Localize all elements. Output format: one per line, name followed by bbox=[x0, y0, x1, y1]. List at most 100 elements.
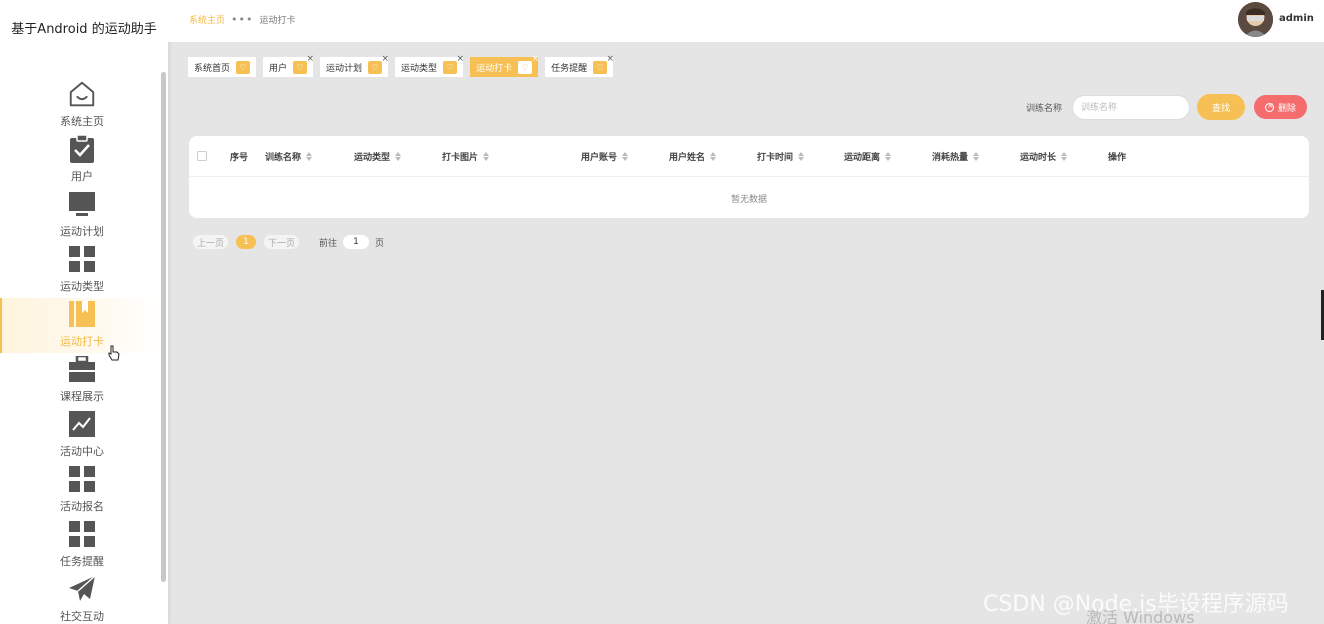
goto-label: 前往 bbox=[319, 238, 338, 249]
sort-icon[interactable] bbox=[622, 152, 629, 161]
search-label: 训练名称 bbox=[1026, 104, 1063, 114]
sidebar-item-label: 任务提醒 bbox=[60, 555, 104, 568]
sort-icon[interactable] bbox=[1061, 152, 1068, 161]
sidebar-item-task-reminder[interactable]: 任务提醒 bbox=[0, 518, 164, 573]
hand-cursor-icon bbox=[108, 345, 120, 365]
select-all-checkbox[interactable] bbox=[197, 151, 207, 161]
sidebar-item-label: 课程展示 bbox=[60, 390, 104, 403]
sidebar-item-home[interactable]: 系统主页 bbox=[0, 78, 164, 133]
close-icon[interactable]: × bbox=[306, 54, 314, 64]
column-header-calories[interactable]: 消耗热量 bbox=[932, 150, 980, 163]
username[interactable]: admin bbox=[1279, 13, 1314, 24]
column-header-duration[interactable]: 运动时长 bbox=[1020, 150, 1068, 163]
tab-exercise-type[interactable]: 运动类型 ♡ × bbox=[395, 54, 465, 77]
close-icon[interactable]: × bbox=[382, 54, 390, 64]
delete-circle-icon bbox=[1264, 101, 1274, 112]
grid-icon bbox=[67, 519, 97, 549]
column-header-distance[interactable]: 运动距离 bbox=[844, 150, 892, 163]
sidebar-item-activity-registration[interactable]: 活动报名 bbox=[0, 463, 164, 518]
breadcrumb-separator: ••• bbox=[231, 13, 254, 26]
close-icon[interactable]: × bbox=[532, 54, 540, 64]
tab-icon: ♡ bbox=[293, 60, 308, 74]
sort-icon[interactable] bbox=[306, 152, 313, 161]
sidebar-item-exercise-type[interactable]: 运动类型 bbox=[0, 243, 164, 298]
column-header-training-name[interactable]: 训练名称 bbox=[265, 150, 313, 163]
sidebar-item-label: 运动类型 bbox=[60, 280, 104, 293]
search-button[interactable]: 查找 bbox=[1197, 94, 1245, 120]
sort-icon[interactable] bbox=[710, 152, 717, 161]
sidebar-item-social[interactable]: 社交互动 bbox=[0, 573, 164, 624]
sidebar-item-label: 社交互动 bbox=[60, 610, 104, 623]
home-icon bbox=[67, 79, 97, 109]
next-page-button[interactable]: 下一页 bbox=[264, 235, 300, 249]
sidebar-item-label: 运动计划 bbox=[60, 225, 104, 238]
column-header-actions: 操作 bbox=[1108, 153, 1127, 163]
sort-icon[interactable] bbox=[798, 152, 805, 161]
prev-page-button[interactable]: 上一页 bbox=[193, 235, 229, 249]
column-header-index: 序号 bbox=[230, 153, 249, 163]
breadcrumb-current: 运动打卡 bbox=[259, 16, 296, 26]
pagination: 上一页 1 下一页 前往 页 bbox=[193, 235, 384, 249]
grid-icon bbox=[67, 244, 97, 274]
breadcrumb-home[interactable]: 系统主页 bbox=[189, 13, 225, 26]
table-header: 序号 训练名称 运动类型 打卡图片 用户账号 用户姓名 打卡时间 运动距离 消耗… bbox=[189, 136, 1309, 177]
tab-task-reminder[interactable]: 任务提醒 ♡ × bbox=[545, 54, 615, 77]
top-header: 系统主页 ••• 运动打卡 admin bbox=[168, 0, 1324, 42]
sidebar-item-exercise-checkin[interactable]: 运动打卡 bbox=[0, 298, 164, 353]
paper-plane-icon bbox=[67, 574, 97, 604]
sort-icon[interactable] bbox=[395, 152, 402, 161]
sidebar: 基于Android 的运动助手 系统主页 用户 运动计划 运动类型 运动打卡 课… bbox=[0, 0, 168, 624]
briefcase-icon bbox=[67, 354, 97, 384]
goto-page-input[interactable] bbox=[343, 235, 370, 249]
tab-home[interactable]: 系统首页 ♡ bbox=[188, 57, 257, 77]
tab-label: 运动打卡 bbox=[476, 63, 513, 74]
tab-icon: ♡ bbox=[593, 60, 608, 74]
app-title: 基于Android 的运动助手 bbox=[11, 22, 157, 37]
tab-label: 系统首页 bbox=[194, 63, 231, 74]
column-header-checkin-image[interactable]: 打卡图片 bbox=[442, 150, 490, 163]
avatar[interactable] bbox=[1238, 2, 1273, 37]
sidebar-item-users[interactable]: 用户 bbox=[0, 133, 164, 188]
delete-button[interactable]: 删除 bbox=[1254, 95, 1307, 119]
empty-state-text: 暂无数据 bbox=[730, 195, 767, 205]
column-header-user-account[interactable]: 用户账号 bbox=[581, 150, 629, 163]
sidebar-item-label: 系统主页 bbox=[60, 115, 104, 128]
breadcrumb: 系统主页 ••• 运动打卡 bbox=[189, 13, 296, 26]
tab-icon: ♡ bbox=[368, 60, 383, 74]
sidebar-item-exercise-plan[interactable]: 运动计划 bbox=[0, 188, 164, 243]
clipboard-check-icon bbox=[67, 134, 97, 164]
grid-icon bbox=[67, 464, 97, 494]
tab-label: 运动计划 bbox=[326, 63, 363, 74]
data-table: 序号 训练名称 运动类型 打卡图片 用户账号 用户姓名 打卡时间 运动距离 消耗… bbox=[189, 136, 1309, 218]
page-number-current[interactable]: 1 bbox=[236, 235, 257, 249]
search-input[interactable] bbox=[1072, 95, 1190, 120]
tab-exercise-plan[interactable]: 运动计划 ♡ × bbox=[320, 54, 390, 77]
bookmark-icon bbox=[67, 299, 97, 329]
sidebar-item-label: 用户 bbox=[71, 170, 93, 183]
delete-button-label: 删除 bbox=[1277, 103, 1296, 114]
close-icon[interactable]: × bbox=[457, 54, 465, 64]
sidebar-item-course-display[interactable]: 课程展示 bbox=[0, 353, 164, 408]
tab-users[interactable]: 用户 ♡ × bbox=[263, 54, 314, 77]
sort-icon[interactable] bbox=[483, 152, 490, 161]
sidebar-item-label: 活动中心 bbox=[60, 445, 104, 458]
tab-bar: 系统首页 ♡ 用户 ♡ × 运动计划 ♡ × 运动类型 ♡ × 运动打卡 ♡ ×… bbox=[188, 54, 620, 77]
windows-activation-watermark: 激活 Windows bbox=[1086, 608, 1195, 624]
sort-icon[interactable] bbox=[885, 152, 892, 161]
close-icon[interactable]: × bbox=[607, 54, 615, 64]
sidebar-item-label: 活动报名 bbox=[60, 500, 104, 513]
sidebar-nav: 系统主页 用户 运动计划 运动类型 运动打卡 课程展示 活动中心 活动报名 任务… bbox=[0, 78, 164, 624]
tab-icon: ♡ bbox=[236, 60, 251, 74]
goto-unit: 页 bbox=[375, 238, 385, 249]
column-header-user-name[interactable]: 用户姓名 bbox=[669, 150, 717, 163]
tab-exercise-checkin[interactable]: 运动打卡 ♡ × bbox=[470, 54, 540, 77]
tab-label: 用户 bbox=[269, 63, 288, 74]
tab-label: 任务提醒 bbox=[551, 63, 588, 74]
sidebar-scrollbar[interactable] bbox=[161, 72, 166, 582]
sort-icon[interactable] bbox=[973, 152, 980, 161]
tab-icon: ♡ bbox=[443, 60, 458, 74]
column-header-checkin-time[interactable]: 打卡时间 bbox=[757, 150, 805, 163]
column-header-exercise-type[interactable]: 运动类型 bbox=[354, 150, 402, 163]
tab-icon: ♡ bbox=[518, 60, 533, 74]
sidebar-item-activity-center[interactable]: 活动中心 bbox=[0, 408, 164, 463]
